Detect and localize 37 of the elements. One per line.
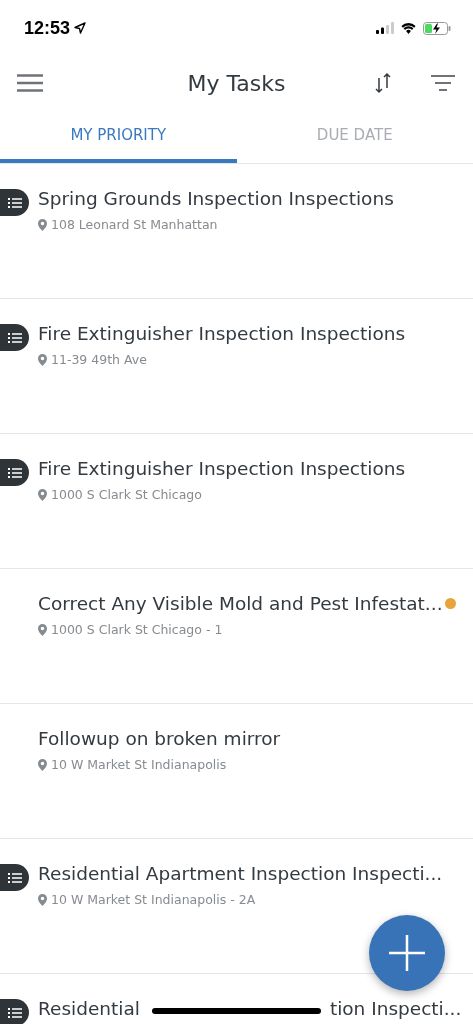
- map-pin-icon: [38, 218, 47, 231]
- task-title: Fire Extinguisher Inspection Inspections: [38, 458, 406, 479]
- tab[interactable]: MY PRIORITY: [0, 110, 237, 163]
- battery-charging-icon: [423, 21, 451, 35]
- page-title: My Tasks: [186, 70, 287, 96]
- task-address: 10 W Market St Indianapolis: [51, 757, 227, 772]
- task-address: 10 W Market St Indianapolis - 2A: [51, 892, 256, 907]
- task-title: Correct Any Visible Mold and Pest Infestat...: [38, 593, 443, 614]
- status-time: 12:53: [24, 17, 71, 39]
- map-pin-icon: [38, 353, 47, 366]
- task-row[interactable]: Followup on broken mirror 10 W Market St Indianapolis: [0, 704, 473, 839]
- map-pin-icon: [38, 893, 47, 906]
- map-pin-icon: [38, 488, 47, 501]
- menu-icon: [17, 74, 43, 92]
- plus-icon: [389, 935, 425, 971]
- location-arrow-icon: [74, 22, 87, 34]
- task-row[interactable]: Correct Any Visible Mold and Pest Infestat... 1000 S Clark St Chicago - 1: [0, 569, 473, 704]
- task-row[interactable]: Spring Grounds Inspection Inspections 108 Leonard St Manhattan: [0, 164, 473, 299]
- filter-icon: [431, 74, 455, 92]
- task-title: Fire Extinguisher Inspection Inspections: [38, 323, 406, 344]
- task-address: 1000 S Clark St Chicago: [51, 487, 202, 502]
- task-row[interactable]: Fire Extinguisher Inspection Inspections 11-39 49th Ave: [0, 299, 473, 434]
- task-title: Followup on broken mirror: [38, 728, 281, 749]
- map-pin-icon: [38, 758, 47, 771]
- add-button[interactable]: [369, 915, 445, 991]
- task-address: 108 Leonard St Manhattan: [51, 217, 218, 232]
- task-address: 1000 S Clark St Chicago - 1: [51, 622, 223, 637]
- map-pin-icon: [38, 623, 47, 636]
- task-address: 11-39 49th Ave: [51, 352, 147, 367]
- task-title: Residential Apartment Inspection Inspecti...: [38, 863, 443, 884]
- task-title: tion Inspecti...: [329, 998, 462, 1019]
- sort-arrows-icon: [375, 72, 391, 94]
- signal-icon: [376, 22, 394, 34]
- task-title: Residential: [38, 998, 140, 1019]
- wifi-icon: [400, 22, 417, 34]
- task-title: Spring Grounds Inspection Inspections: [38, 188, 394, 209]
- task-row[interactable]: Fire Extinguisher Inspection Inspections 1000 S Clark St Chicago: [0, 434, 473, 569]
